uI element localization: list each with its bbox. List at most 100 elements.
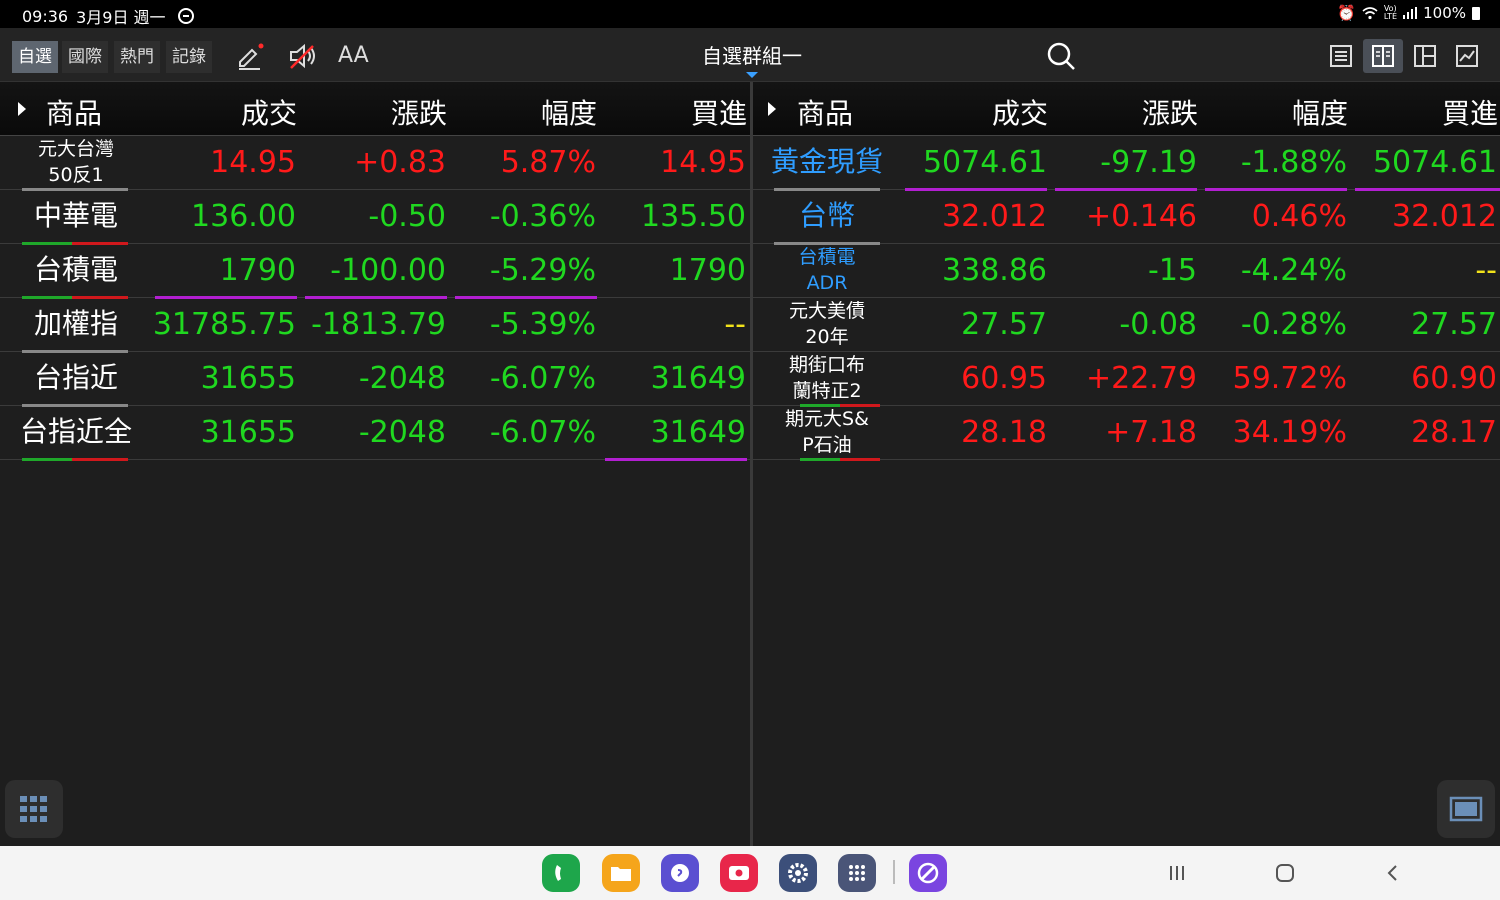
price-value: 32.012 <box>942 199 1047 234</box>
quad-view-icon[interactable] <box>1405 39 1445 73</box>
bid-value: 28.17 <box>1411 415 1497 450</box>
table-row[interactable]: 期元大S& P石油 28.18 +7.18 34.19% 28.17 <box>753 406 1500 461</box>
settings-icon[interactable] <box>779 854 817 892</box>
table-row[interactable]: 元大美債 20年 27.57 -0.08 -0.28% 27.57 <box>753 298 1500 352</box>
percent-value: -5.39% <box>489 307 596 342</box>
tab-history[interactable]: 記錄 <box>166 41 212 73</box>
edit-icon[interactable] <box>234 40 266 72</box>
table-row[interactable]: 台指近全 31655 -2048 -6.07% 31649 <box>0 406 750 461</box>
group-title[interactable]: 自選群組一 <box>652 40 852 69</box>
search-icon[interactable] <box>1045 40 1077 72</box>
tab-watchlist[interactable]: 自選 <box>12 41 58 73</box>
phone-icon[interactable] <box>542 854 580 892</box>
header-percent[interactable]: 幅度 <box>1292 92 1348 132</box>
price-value: 1790 <box>219 253 296 288</box>
percent-value: 34.19% <box>1232 415 1347 450</box>
bid-value: 5074.61 <box>1372 145 1497 180</box>
header-change[interactable]: 漲跌 <box>1142 92 1198 132</box>
font-size-icon[interactable]: AA <box>338 40 370 72</box>
messages-icon[interactable] <box>661 854 699 892</box>
product-name: 台幣 <box>798 199 855 232</box>
row-underline <box>840 458 880 461</box>
header-bid[interactable]: 買進 <box>1442 92 1498 132</box>
bid-value: -- <box>724 307 746 342</box>
recents-icon[interactable] <box>1162 859 1192 887</box>
header-product[interactable]: 商品 <box>46 92 102 132</box>
table-row[interactable]: 台指近 31655 -2048 -6.07% 31649 <box>0 352 750 407</box>
system-nav-bar <box>0 846 1500 900</box>
home-icon[interactable] <box>1270 859 1300 887</box>
percent-value: -0.28% <box>1240 307 1347 342</box>
status-time: 09:36 <box>22 6 69 26</box>
expand-arrow-icon[interactable] <box>18 102 26 116</box>
change-value: +0.146 <box>1085 199 1197 234</box>
bid-value: 60.90 <box>1411 361 1497 396</box>
tab-international[interactable]: 國際 <box>62 41 108 73</box>
percent-value: -1.88% <box>1240 145 1347 180</box>
table-row[interactable]: 台積電 1790 -100.00 -5.29% 1790 <box>0 244 750 299</box>
product-name: 中華電 <box>33 199 118 232</box>
price-value: 14.95 <box>210 145 296 180</box>
product-name: 元大美債 20年 <box>788 300 865 348</box>
bid-value: 135.50 <box>641 199 746 234</box>
toolbar: 自選 國際 熱門 記錄 AA 自選群組一 <box>0 28 1500 82</box>
header-percent[interactable]: 幅度 <box>541 92 597 132</box>
battery-level: 100% <box>1423 4 1466 22</box>
bid-value: 31649 <box>650 361 746 396</box>
header-price[interactable]: 成交 <box>241 92 297 132</box>
chart-view-icon[interactable] <box>1447 39 1487 73</box>
table-row[interactable]: 台幣 32.012 +0.146 0.46% 32.012 <box>753 190 1500 245</box>
product-name: 期元大S& P石油 <box>785 408 869 456</box>
change-value: -1813.79 <box>311 307 446 342</box>
tab-popular[interactable]: 熱門 <box>114 41 160 73</box>
app-drawer-icon[interactable] <box>838 854 876 892</box>
price-value: 31655 <box>200 415 296 450</box>
product-name: 台指近 <box>33 361 118 394</box>
left-quote-table: 商品 成交 漲跌 幅度 買進 元大台灣 50反1 14.95 +0.83 5.8… <box>0 82 750 846</box>
bid-value: 27.57 <box>1411 307 1497 342</box>
header-bid[interactable]: 買進 <box>691 92 747 132</box>
header-product[interactable]: 商品 <box>797 92 853 132</box>
split-view-icon[interactable] <box>1363 39 1403 73</box>
back-icon[interactable] <box>1378 859 1408 887</box>
table-row[interactable]: 中華電 136.00 -0.50 -0.36% 135.50 <box>0 190 750 245</box>
change-value: -0.08 <box>1119 307 1197 342</box>
change-value: -2048 <box>358 361 446 396</box>
screen-icon <box>1449 796 1483 822</box>
mute-icon[interactable] <box>287 40 319 72</box>
product-name: 台積電 ADR <box>798 246 856 294</box>
bid-value: 32.012 <box>1392 199 1497 234</box>
percent-value: 0.46% <box>1251 199 1347 234</box>
table-row[interactable]: 加權指 31785.75 -1813.79 -5.39% -- <box>0 298 750 353</box>
expand-arrow-icon[interactable] <box>768 102 776 116</box>
fullscreen-button[interactable] <box>1437 780 1495 838</box>
internet-icon[interactable] <box>909 854 947 892</box>
status-bar: 09:36 3月9日 週一 ⏰ Vo) LTE 100% <box>0 0 1500 28</box>
header-change[interactable]: 漲跌 <box>391 92 447 132</box>
table-row[interactable]: 期街口布 蘭特正2 60.95 +22.79 59.72% 60.90 <box>753 352 1500 407</box>
product-name: 台積電 <box>33 253 118 286</box>
percent-value: -0.36% <box>489 199 596 234</box>
header-price[interactable]: 成交 <box>992 92 1048 132</box>
change-value: -100.00 <box>330 253 446 288</box>
bid-value: 1790 <box>669 253 746 288</box>
price-value: 60.95 <box>961 361 1047 396</box>
table-row[interactable]: 黃金現貨 5074.61 -97.19 -1.88% 5074.61 <box>753 136 1500 191</box>
price-value: 31785.75 <box>152 307 296 342</box>
dock-separator <box>893 860 895 884</box>
screen-recorder-icon[interactable] <box>720 854 758 892</box>
keypad-button[interactable] <box>5 780 63 838</box>
files-icon[interactable] <box>602 854 640 892</box>
list-view-icon[interactable] <box>1321 39 1361 73</box>
change-value: -15 <box>1148 253 1197 288</box>
percent-value: 5.87% <box>500 145 596 180</box>
product-name: 黃金現貨 <box>770 145 883 178</box>
change-value: +0.83 <box>354 145 446 180</box>
table-row[interactable]: 台積電 ADR 338.86 -15 -4.24% -- <box>753 244 1500 298</box>
chevron-down-icon[interactable] <box>746 72 758 78</box>
change-value: -0.50 <box>368 199 446 234</box>
battery-icon <box>1472 6 1480 20</box>
table-row[interactable]: 元大台灣 50反1 14.95 +0.83 5.87% 14.95 <box>0 136 750 191</box>
bid-value: 31649 <box>650 415 746 450</box>
grid-icon <box>20 796 47 822</box>
